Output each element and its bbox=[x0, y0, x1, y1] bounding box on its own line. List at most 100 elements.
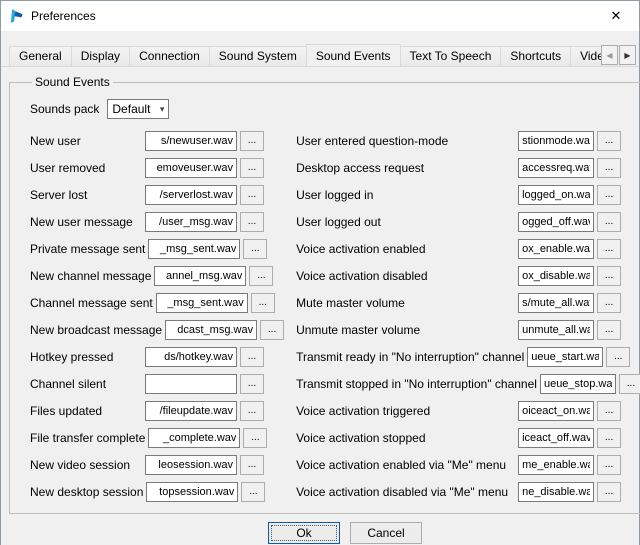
tab-strip: GeneralDisplayConnectionSound SystemSoun… bbox=[9, 44, 639, 66]
sound-event-row: User removed... bbox=[30, 158, 284, 178]
browse-button[interactable]: ... bbox=[251, 293, 275, 313]
tab-scrollers: ◀ ▶ bbox=[600, 45, 636, 65]
browse-button[interactable]: ... bbox=[240, 374, 264, 394]
sound-file-input[interactable] bbox=[148, 428, 240, 448]
sound-event-label: Private message sent bbox=[30, 242, 145, 256]
browse-button[interactable]: ... bbox=[240, 158, 264, 178]
sound-file-input[interactable] bbox=[518, 239, 594, 259]
tab-text-to-speech[interactable]: Text To Speech bbox=[400, 46, 502, 66]
sound-event-label: New user message bbox=[30, 215, 142, 229]
sound-event-label: User entered question-mode bbox=[296, 134, 515, 148]
tab-scroll-right-button[interactable]: ▶ bbox=[619, 45, 636, 65]
tab-general[interactable]: General bbox=[9, 46, 72, 66]
browse-button[interactable]: ... bbox=[597, 266, 621, 286]
tab-sound-system[interactable]: Sound System bbox=[209, 46, 307, 66]
sound-event-row: New user message... bbox=[30, 212, 284, 232]
sound-file-input[interactable] bbox=[145, 374, 237, 394]
tab-shortcuts[interactable]: Shortcuts bbox=[500, 46, 571, 66]
sound-event-row: Voice activation disabled... bbox=[296, 266, 640, 286]
sound-event-label: Voice activation disabled bbox=[296, 269, 515, 283]
sound-event-row: Files updated... bbox=[30, 401, 284, 421]
sound-file-input[interactable] bbox=[540, 374, 616, 394]
sound-file-input[interactable] bbox=[518, 131, 594, 151]
browse-button[interactable]: ... bbox=[240, 185, 264, 205]
sound-event-label: New channel message bbox=[30, 269, 151, 283]
sound-file-input[interactable] bbox=[518, 158, 594, 178]
browse-button[interactable]: ... bbox=[243, 239, 267, 259]
tab-scroll-left-button[interactable]: ◀ bbox=[601, 45, 618, 65]
browse-button[interactable]: ... bbox=[241, 482, 265, 502]
browse-button[interactable]: ... bbox=[597, 401, 621, 421]
browse-button[interactable]: ... bbox=[619, 374, 640, 394]
sound-file-input[interactable] bbox=[156, 293, 248, 313]
browse-button[interactable]: ... bbox=[597, 158, 621, 178]
sound-file-input[interactable] bbox=[518, 482, 594, 502]
cancel-button[interactable]: Cancel bbox=[350, 522, 422, 544]
sound-event-row: Server lost... bbox=[30, 185, 284, 205]
sound-event-row: Voice activation enabled via "Me" menu..… bbox=[296, 455, 640, 475]
browse-button[interactable]: ... bbox=[597, 428, 621, 448]
browse-button[interactable]: ... bbox=[240, 455, 264, 475]
tab-connection[interactable]: Connection bbox=[129, 46, 210, 66]
sound-file-input[interactable] bbox=[148, 239, 240, 259]
sound-event-label: User logged out bbox=[296, 215, 515, 229]
sound-event-label: New broadcast message bbox=[30, 323, 162, 337]
sound-event-row: New channel message... bbox=[30, 266, 284, 286]
tab-bar: GeneralDisplayConnectionSound SystemSoun… bbox=[1, 44, 639, 66]
chevron-left-icon: ◀ bbox=[606, 51, 612, 60]
browse-button[interactable]: ... bbox=[606, 347, 630, 367]
sound-file-input[interactable] bbox=[518, 455, 594, 475]
close-button[interactable]: ✕ bbox=[593, 1, 639, 31]
sound-event-label: Unmute master volume bbox=[296, 323, 515, 337]
sound-file-input[interactable] bbox=[146, 482, 238, 502]
browse-button[interactable]: ... bbox=[240, 347, 264, 367]
browse-button[interactable]: ... bbox=[240, 212, 264, 232]
sound-file-input[interactable] bbox=[145, 401, 237, 421]
sound-file-input[interactable] bbox=[518, 401, 594, 421]
sound-event-row: Voice activation stopped... bbox=[296, 428, 640, 448]
left-column: New user...User removed...Server lost...… bbox=[30, 131, 284, 509]
sound-file-input[interactable] bbox=[518, 266, 594, 286]
sound-file-input[interactable] bbox=[145, 212, 237, 232]
sound-event-label: Transmit ready in "No interruption" chan… bbox=[296, 350, 524, 364]
sound-file-input[interactable] bbox=[165, 320, 257, 340]
browse-button[interactable]: ... bbox=[249, 266, 273, 286]
sound-event-label: Voice activation triggered bbox=[296, 404, 515, 418]
sound-file-input[interactable] bbox=[527, 347, 603, 367]
sound-event-row: Transmit ready in "No interruption" chan… bbox=[296, 347, 640, 367]
browse-button[interactable]: ... bbox=[597, 212, 621, 232]
browse-button[interactable]: ... bbox=[597, 293, 621, 313]
browse-button[interactable]: ... bbox=[597, 320, 621, 340]
sound-event-label: Voice activation disabled via "Me" menu bbox=[296, 485, 515, 499]
sounds-pack-select[interactable]: Default ▾ bbox=[107, 99, 169, 119]
browse-button[interactable]: ... bbox=[240, 131, 264, 151]
sound-file-input[interactable] bbox=[518, 185, 594, 205]
sound-file-input[interactable] bbox=[518, 428, 594, 448]
browse-button[interactable]: ... bbox=[597, 131, 621, 151]
browse-button[interactable]: ... bbox=[243, 428, 267, 448]
ok-button[interactable]: Ok bbox=[268, 522, 340, 544]
sound-event-label: Transmit stopped in "No interruption" ch… bbox=[296, 377, 537, 391]
sound-event-label: Channel silent bbox=[30, 377, 142, 391]
sound-file-input[interactable] bbox=[518, 293, 594, 313]
tab-sound-events[interactable]: Sound Events bbox=[306, 44, 401, 66]
sound-file-input[interactable] bbox=[518, 320, 594, 340]
tab-display[interactable]: Display bbox=[71, 46, 130, 66]
browse-button[interactable]: ... bbox=[597, 482, 621, 502]
sound-file-input[interactable] bbox=[145, 185, 237, 205]
browse-button[interactable]: ... bbox=[597, 185, 621, 205]
browse-button[interactable]: ... bbox=[240, 401, 264, 421]
browse-button[interactable]: ... bbox=[260, 320, 284, 340]
sound-file-input[interactable] bbox=[145, 158, 237, 178]
sound-event-label: New user bbox=[30, 134, 142, 148]
browse-button[interactable]: ... bbox=[597, 239, 621, 259]
sound-event-label: Channel message sent bbox=[30, 296, 153, 310]
sound-file-input[interactable] bbox=[145, 131, 237, 151]
sound-file-input[interactable] bbox=[154, 266, 246, 286]
group-title: Sound Events bbox=[32, 75, 113, 89]
sound-file-input[interactable] bbox=[518, 212, 594, 232]
sound-file-input[interactable] bbox=[145, 347, 237, 367]
browse-button[interactable]: ... bbox=[597, 455, 621, 475]
sound-file-input[interactable] bbox=[145, 455, 237, 475]
window-title: Preferences bbox=[31, 9, 96, 23]
